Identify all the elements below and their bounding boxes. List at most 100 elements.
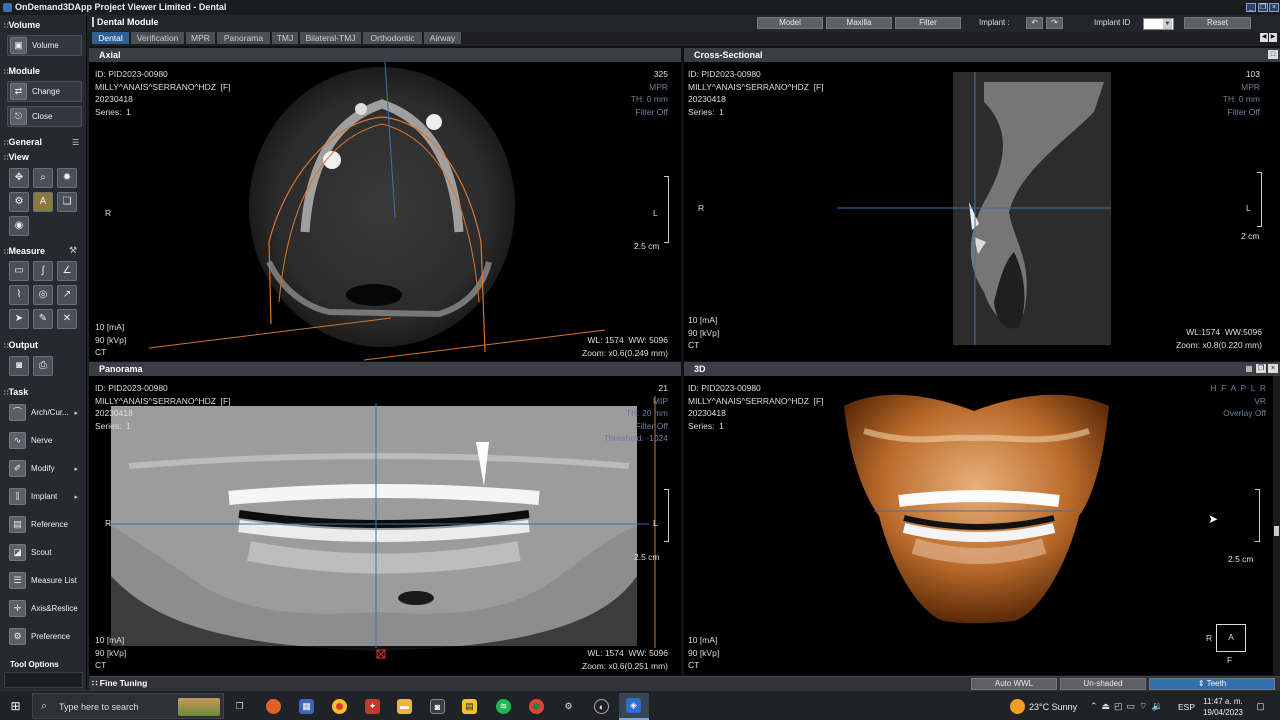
cross-maximize-icon[interactable]: □	[1268, 50, 1278, 59]
task-view-icon[interactable]: ❐	[232, 699, 247, 714]
task-item-reference[interactable]: ▤ Reference	[7, 514, 82, 535]
tab-dental[interactable]: Dental	[92, 32, 129, 44]
axial-viewport[interactable]: Axial ID: PID2023-00980 MILLY^ANAIS^SERRA…	[89, 48, 681, 361]
arrow-icon[interactable]: ↗	[57, 285, 77, 305]
reset-button[interactable]: Reset	[1184, 17, 1251, 29]
notifications-icon[interactable]: ▢	[1253, 699, 1268, 714]
windows-taskbar: ⊞ ⌕ Type here to search ❐ ▦ ✦ ▬ ◙ ▤ ≋ ⚙ …	[0, 690, 1280, 720]
app-circle-icon[interactable]: ◐	[594, 699, 609, 714]
undo-icon[interactable]: ↶	[1026, 17, 1043, 29]
fine-tuning-label[interactable]: ∷ Fine Tuning	[92, 678, 147, 689]
chrome-profile-icon[interactable]	[529, 699, 544, 714]
task-label-measure-list: Measure List	[31, 576, 77, 585]
copy-icon[interactable]: ❏	[57, 192, 77, 212]
app-red-icon[interactable]: ✦	[365, 699, 380, 714]
pano-zoom: Zoom: x0.6(0.251 mm)	[582, 660, 668, 671]
restore-icon[interactable]: ❐	[1258, 3, 1268, 12]
filter-button[interactable]: Filter	[895, 17, 961, 29]
restore-viewport-icon[interactable]: ❐	[1256, 364, 1266, 373]
pan-icon[interactable]: ✥	[9, 168, 29, 188]
orientation-cube[interactable]: A	[1216, 624, 1246, 652]
settings-icon[interactable]: ⚙	[9, 192, 29, 212]
settings-gear-icon[interactable]: ⚙	[561, 699, 576, 714]
teeth-preset-select[interactable]: ⇕ Teeth	[1149, 678, 1275, 690]
model-button[interactable]: Model	[757, 17, 823, 29]
task-item-arch[interactable]: ⌒ Arch/Cur... ▸	[7, 402, 82, 423]
delete-icon[interactable]: ✕	[57, 309, 77, 329]
calculator-icon[interactable]: ▦	[299, 699, 314, 714]
measure-settings-icon[interactable]: ⚒	[69, 245, 77, 256]
cross-acq-info: 10 [mA] 90 [kVp] CT	[688, 314, 719, 352]
reset-view-icon[interactable]: ◉	[9, 216, 29, 236]
3d-orientation-buttons[interactable]: H F A P L R	[1210, 382, 1266, 395]
close-icon[interactable]: ×	[1269, 3, 1279, 12]
tab-orthodontic[interactable]: Orthodontic	[363, 32, 422, 44]
file-explorer-icon[interactable]: ▬	[397, 699, 412, 714]
minimize-icon[interactable]: _	[1246, 3, 1256, 12]
profile-icon[interactable]: ⌇	[9, 285, 29, 305]
ruler-icon[interactable]: ▭	[9, 261, 29, 281]
task-item-scout[interactable]: ◪ Scout	[7, 542, 82, 563]
system-tray-icons[interactable]: ⌃⏏◰▭⌔🔉	[1090, 701, 1167, 712]
tab-scroll-left-icon[interactable]: ◀	[1260, 33, 1268, 42]
clock[interactable]: 11:47 a. m. 19/04/2023	[1200, 696, 1246, 718]
windows-start-icon[interactable]: ⊞	[8, 699, 23, 714]
language-indicator[interactable]: ESP	[1178, 702, 1195, 712]
angle-icon[interactable]: ∠	[57, 261, 77, 281]
app-camera-icon[interactable]: ◙	[430, 699, 445, 714]
tab-verification[interactable]: Verification	[131, 32, 184, 44]
maxilla-button[interactable]: Maxilla	[826, 17, 892, 29]
tab-mpr[interactable]: MPR	[186, 32, 215, 44]
close-viewport-icon[interactable]: ×	[1268, 364, 1278, 373]
camera-icon[interactable]: ◙	[9, 356, 29, 376]
pen-icon[interactable]: ✎	[33, 309, 53, 329]
general-menu-icon[interactable]: ☰	[72, 138, 79, 147]
left-panel: Volume ▣ Volume Module ⇄ Change ⎋ Close Gen…	[0, 15, 87, 690]
orientation-r: R	[1206, 633, 1213, 643]
unshaded-select[interactable]: Un-shaded	[1060, 678, 1146, 690]
pointer-icon[interactable]: ➤	[9, 309, 29, 329]
chrome-icon[interactable]	[332, 699, 347, 714]
tab-bilateral-tmj[interactable]: Bilateral-TMJ	[300, 32, 361, 44]
task-item-modify[interactable]: ✐ Modify ▸	[7, 458, 82, 479]
print-icon[interactable]: ⎙	[33, 356, 53, 376]
spotify-icon[interactable]: ≋	[496, 699, 511, 714]
task-item-implant[interactable]: ⫿ Implant ▸	[7, 486, 82, 507]
area-icon[interactable]: ◎	[33, 285, 53, 305]
volume-3d-viewport[interactable]: 3D ▦ ❐ × ID: PID2023-00980 MILLY^ANAIS^SE…	[684, 362, 1280, 675]
three-d-scroll-thumb[interactable]	[1274, 526, 1279, 536]
volume-button[interactable]: ▣ Volume	[7, 35, 82, 56]
annotation-icon[interactable]: A	[33, 192, 53, 212]
cross-scale-bar	[1257, 172, 1262, 227]
curve-icon[interactable]: ∫	[33, 261, 53, 281]
tab-panorama[interactable]: Panorama	[217, 32, 270, 44]
app-icon	[3, 3, 12, 12]
brightness-icon[interactable]: ✹	[57, 168, 77, 188]
cross-slice-info: 103 MPR TH: 0 mm Filter Off	[1223, 68, 1260, 118]
weather-text[interactable]: 23°C Sunny	[1029, 702, 1077, 712]
task-item-axis-reslice[interactable]: ✛ Axis&Reslice	[7, 598, 82, 619]
close-module-button[interactable]: ⎋ Close	[7, 106, 82, 127]
ondemand3d-taskbar-button[interactable]: ◈	[619, 693, 649, 720]
task-item-nerve[interactable]: ∿ Nerve	[7, 430, 82, 451]
panorama-viewport[interactable]: Panorama ID: PID2023-00980 MILLY^ANAIS^SE…	[89, 362, 681, 675]
auto-wwl-button[interactable]: Auto WWL	[971, 678, 1057, 690]
grid-layout-icon[interactable]: ▦	[1244, 364, 1254, 373]
tab-airway[interactable]: Airway	[424, 32, 461, 44]
implant-id-select[interactable]: ▼	[1143, 18, 1174, 30]
redo-icon[interactable]: ↷	[1046, 17, 1063, 29]
task-item-preference[interactable]: ⚙ Preference	[7, 626, 82, 647]
tab-tmj[interactable]: TMJ	[272, 32, 298, 44]
tab-scroll-right-icon[interactable]: ▶	[1269, 33, 1277, 42]
three-d-scrollbar[interactable]	[1273, 376, 1280, 675]
cross-title: Cross-Sectional	[684, 48, 1280, 62]
change-button[interactable]: ⇄ Change	[7, 81, 82, 102]
task-item-measure-list[interactable]: ☰ Measure List	[7, 570, 82, 591]
3d-overlay: Overlay Off	[1223, 408, 1266, 418]
taskbar-search-box[interactable]: ⌕ Type here to search	[32, 693, 224, 719]
weather-icon[interactable]	[1010, 699, 1025, 714]
firefox-icon[interactable]	[266, 699, 281, 714]
sticky-notes-icon[interactable]: ▤	[462, 699, 477, 714]
cross-sectional-viewport[interactable]: Cross-Sectional □ ID: PID2023-00980 MILLY…	[684, 48, 1280, 361]
zoom-icon[interactable]: ⌕	[33, 168, 53, 188]
